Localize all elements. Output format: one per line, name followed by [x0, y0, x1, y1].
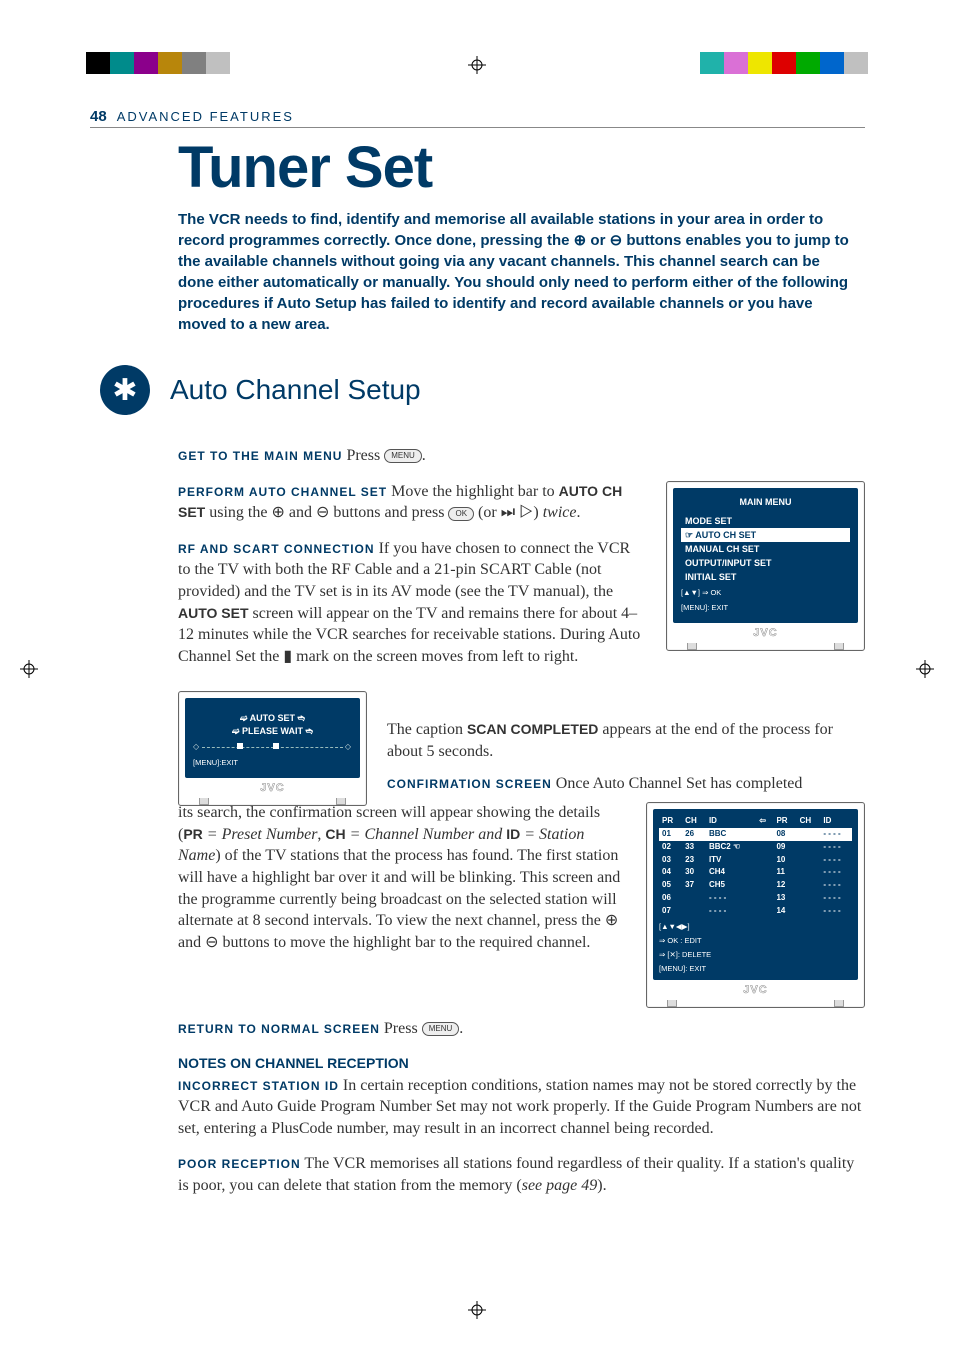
osd-hint: ⇒ OK : EDIT: [659, 936, 852, 946]
table-row: 06- - - -13- - - -: [659, 892, 852, 905]
para-confirmation: its search, the confirmation screen will…: [178, 802, 626, 953]
ok-button-graphic: OK: [448, 507, 474, 521]
lead-text: PERFORM AUTO CHANNEL SET: [178, 485, 387, 499]
para-rf-scart: RF AND SCART CONNECTION If you have chos…: [178, 538, 646, 668]
registration-mark-icon: [468, 56, 486, 74]
menu-button-graphic: MENU: [384, 449, 422, 463]
osd-hint: [▲▼◀▶]: [659, 922, 852, 932]
osd-hint: ⇒ [✕]: DELETE: [659, 950, 852, 960]
para-get-menu: GET TO THE MAIN MENU Press MENU.: [178, 445, 865, 467]
notes-heading: NOTES ON CHANNEL RECEPTION: [178, 1054, 865, 1073]
lead-text: POOR RECEPTION: [178, 1157, 301, 1171]
osd-channel-table: PRCHID⇦ PRCHID 0126BBC08- - - - 0233BBC2…: [646, 802, 865, 1008]
note-poor-reception: POOR RECEPTION The VCR memorises all sta…: [178, 1153, 865, 1196]
page-title: Tuner Set: [178, 134, 865, 201]
menu-item-highlighted: ☞ AUTO CH SET: [681, 528, 850, 542]
lead-text: RETURN TO NORMAL SCREEN: [178, 1022, 380, 1036]
menu-button-graphic: MENU: [422, 1022, 460, 1036]
note-incorrect-id: INCORRECT STATION ID In certain receptio…: [178, 1075, 865, 1140]
star-icon: ✱: [100, 365, 150, 415]
page-number: 48: [90, 108, 107, 125]
registration-mark-icon: [20, 660, 38, 678]
osd-hint: [MENU]:EXIT: [193, 758, 352, 768]
menu-item: MANUAL CH SET: [681, 542, 850, 556]
para-return: RETURN TO NORMAL SCREEN Press MENU.: [178, 1018, 865, 1040]
osd-line: AUTO SET: [250, 713, 295, 723]
osd-main-menu: MAIN MENU MODE SET ☞ AUTO CH SET MANUAL …: [666, 481, 865, 651]
brand-label: JVC: [185, 778, 360, 797]
progress-bar: ◇ ◇: [193, 742, 352, 753]
body-block: GET TO THE MAIN MENU Press MENU. PERFORM…: [178, 445, 865, 1196]
osd-hint: [MENU]: EXIT: [681, 603, 850, 613]
subhead: Auto Channel Setup: [170, 374, 421, 406]
osd-hint: [MENU]: EXIT: [659, 964, 852, 974]
brand-label: JVC: [653, 980, 858, 999]
lead-text: CONFIRMATION SCREEN: [387, 777, 552, 791]
printer-colorbar-right: [700, 52, 868, 74]
lead-text: INCORRECT STATION ID: [178, 1079, 339, 1093]
lead-text: GET TO THE MAIN MENU: [178, 449, 342, 463]
table-row: 0430CH411- - - -: [659, 866, 852, 879]
intro-text: The VCR needs to find, identify and memo…: [178, 209, 858, 335]
registration-mark-icon: [916, 660, 934, 678]
page-header: 48 ADVANCED FEATURES: [90, 108, 865, 128]
table-row: 0126BBC08- - - -: [659, 828, 852, 841]
section-name: ADVANCED FEATURES: [117, 109, 294, 124]
osd-autoset: ➫ AUTO SET ➬ ➫ PLEASE WAIT ➬ ◇ ◇ [MENU]:…: [178, 691, 367, 806]
registration-mark-icon: [468, 1301, 486, 1319]
table-row: 07- - - -14- - - -: [659, 905, 852, 918]
menu-item: OUTPUT/INPUT SET: [681, 556, 850, 570]
brand-label: JVC: [673, 623, 858, 642]
para-confirmation-start: CONFIRMATION SCREEN Once Auto Channel Se…: [387, 773, 865, 795]
menu-item: MODE SET: [681, 514, 850, 528]
osd-hint: [▲▼] ⇒ OK: [681, 588, 850, 598]
menu-item: INITIAL SET: [681, 570, 850, 584]
para-caption: The caption SCAN COMPLETED appears at th…: [387, 719, 865, 762]
table-row: 0233BBC2 ☜09- - - -: [659, 841, 852, 854]
channel-table: PRCHID⇦ PRCHID 0126BBC08- - - - 0233BBC2…: [659, 815, 852, 917]
table-row: 0537CH512- - - -: [659, 879, 852, 892]
lead-text: RF AND SCART CONNECTION: [178, 542, 375, 556]
subhead-row: ✱ Auto Channel Setup: [90, 365, 865, 415]
osd-title: MAIN MENU: [681, 496, 850, 508]
para-perform: PERFORM AUTO CHANNEL SET Move the highli…: [178, 481, 646, 524]
printer-colorbar-left: [86, 52, 230, 74]
osd-line: PLEASE WAIT: [242, 726, 303, 736]
table-row: 0323ITV10- - - -: [659, 854, 852, 867]
page-content: 48 ADVANCED FEATURES Tuner Set The VCR n…: [90, 108, 865, 1210]
